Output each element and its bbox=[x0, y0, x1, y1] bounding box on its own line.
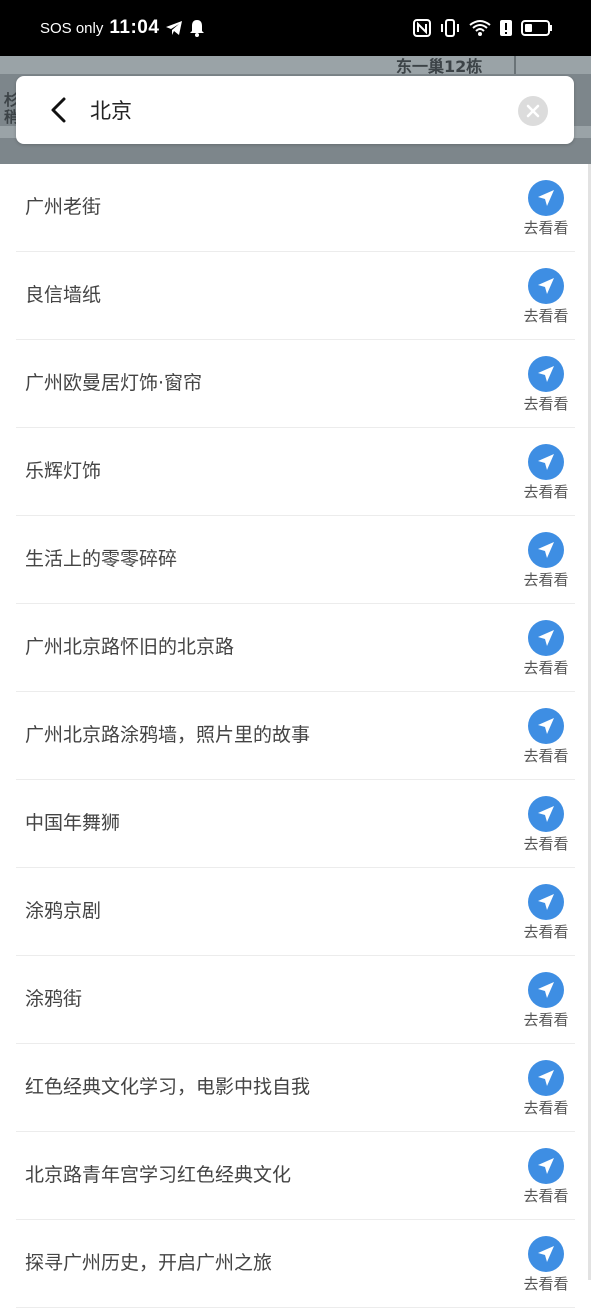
status-bar: SOS only 11:04 bbox=[0, 0, 591, 56]
navigation-arrow-icon bbox=[528, 180, 564, 216]
map-label-top: 东一巢12栋 bbox=[396, 57, 483, 76]
navigation-arrow-icon bbox=[528, 356, 564, 392]
list-item[interactable]: 广州北京路涂鸦墙，照片里的故事去看看 bbox=[16, 692, 575, 780]
list-item-title: 良信墙纸 bbox=[25, 284, 102, 306]
go-see-label: 去看看 bbox=[523, 747, 569, 765]
list-item[interactable]: 广州北京路怀旧的北京路去看看 bbox=[16, 604, 575, 692]
go-see-label: 去看看 bbox=[523, 1275, 569, 1293]
list-item-title: 中国年舞狮 bbox=[25, 812, 121, 834]
list-item-title: 北京路青年宫学习红色经典文化 bbox=[25, 1164, 292, 1186]
navigation-arrow-icon bbox=[528, 268, 564, 304]
list-item[interactable]: 广州欧曼居灯饰·窗帘去看看 bbox=[16, 340, 575, 428]
go-see-button[interactable]: 去看看 bbox=[517, 356, 575, 416]
list-item[interactable]: 探寻广州历史，开启广州之旅去看看 bbox=[16, 1220, 575, 1308]
notification-bell-icon bbox=[189, 19, 205, 37]
clock: 11:04 bbox=[109, 17, 160, 38]
navigation-arrow-icon bbox=[528, 444, 564, 480]
go-see-label: 去看看 bbox=[523, 219, 569, 237]
list-item[interactable]: 北京路青年宫学习红色经典文化去看看 bbox=[16, 1132, 575, 1220]
alert-icon bbox=[499, 19, 513, 37]
go-see-label: 去看看 bbox=[523, 307, 569, 325]
nfc-icon bbox=[413, 19, 431, 37]
go-see-label: 去看看 bbox=[523, 923, 569, 941]
go-see-button[interactable]: 去看看 bbox=[517, 708, 575, 768]
list-item-title: 涂鸦京剧 bbox=[25, 900, 102, 922]
close-icon bbox=[526, 104, 540, 118]
go-see-label: 去看看 bbox=[523, 1011, 569, 1029]
list-item-title: 涂鸦街 bbox=[25, 988, 83, 1010]
list-item[interactable]: 良信墙纸去看看 bbox=[16, 252, 575, 340]
search-input[interactable] bbox=[90, 90, 510, 130]
navigation-arrow-icon bbox=[528, 884, 564, 920]
go-see-button[interactable]: 去看看 bbox=[517, 1060, 575, 1120]
list-item-title: 红色经典文化学习，电影中找自我 bbox=[25, 1076, 311, 1098]
navigation-arrow-icon bbox=[528, 620, 564, 656]
go-see-button[interactable]: 去看看 bbox=[517, 532, 575, 592]
navigation-arrow-icon bbox=[528, 1236, 564, 1272]
go-see-label: 去看看 bbox=[523, 1099, 569, 1117]
go-see-button[interactable]: 去看看 bbox=[517, 1236, 575, 1296]
vibrate-icon bbox=[439, 19, 461, 37]
list-item[interactable]: 乐辉灯饰去看看 bbox=[16, 428, 575, 516]
go-see-button[interactable]: 去看看 bbox=[517, 972, 575, 1032]
list-item-title: 广州老街 bbox=[25, 196, 102, 218]
list-item-title: 生活上的零零碎碎 bbox=[25, 548, 178, 570]
navigation-arrow-icon bbox=[528, 1060, 564, 1096]
list-item[interactable]: 涂鸦街去看看 bbox=[16, 956, 575, 1044]
results-list: 广州老街 去看看 良信墙纸 去看看 广州欧曼居灯饰·窗帘 去看看 乐辉灯饰 去看看 生活上的零零… bbox=[0, 164, 591, 1308]
search-bar bbox=[16, 76, 574, 144]
go-see-button[interactable]: 去看看 bbox=[517, 1148, 575, 1208]
go-see-label: 去看看 bbox=[523, 571, 569, 589]
telegram-icon bbox=[165, 20, 183, 36]
navigation-arrow-icon bbox=[528, 1148, 564, 1184]
go-see-label: 去看看 bbox=[523, 483, 569, 501]
back-button[interactable] bbox=[42, 93, 76, 127]
go-see-button[interactable]: 去看看 bbox=[517, 796, 575, 856]
list-item-title: 乐辉灯饰 bbox=[25, 460, 102, 482]
list-item-title: 探寻广州历史，开启广州之旅 bbox=[25, 1252, 273, 1274]
list-item-title: 广州欧曼居灯饰·窗帘 bbox=[25, 372, 203, 394]
navigation-arrow-icon bbox=[528, 796, 564, 832]
battery-icon bbox=[521, 19, 553, 37]
go-see-label: 去看看 bbox=[523, 395, 569, 413]
list-item[interactable]: 涂鸦京剧去看看 bbox=[16, 868, 575, 956]
list-item[interactable]: 中国年舞狮去看看 bbox=[16, 780, 575, 868]
chevron-left-icon bbox=[51, 97, 66, 123]
navigation-arrow-icon bbox=[528, 532, 564, 568]
list-item[interactable]: 红色经典文化学习，电影中找自我去看看 bbox=[16, 1044, 575, 1132]
list-item[interactable]: 广州老街去看看 bbox=[16, 164, 575, 252]
carrier-label: SOS only bbox=[40, 19, 104, 37]
go-see-label: 去看看 bbox=[523, 659, 569, 677]
list-item-title: 广州北京路涂鸦墙，照片里的故事 bbox=[25, 724, 311, 746]
list-item[interactable]: 生活上的零零碎碎去看看 bbox=[16, 516, 575, 604]
clear-search-button[interactable] bbox=[518, 96, 548, 126]
go-see-button[interactable]: 去看看 bbox=[517, 268, 575, 328]
go-see-label: 去看看 bbox=[523, 1187, 569, 1205]
navigation-arrow-icon bbox=[528, 972, 564, 1008]
go-see-button[interactable]: 去看看 bbox=[517, 444, 575, 504]
go-see-button[interactable]: 去看看 bbox=[517, 884, 575, 944]
go-see-button[interactable]: 去看看 bbox=[517, 620, 575, 680]
go-see-button[interactable]: 去看看 bbox=[517, 180, 575, 240]
list-item-title: 广州北京路怀旧的北京路 bbox=[25, 636, 235, 658]
go-see-label: 去看看 bbox=[523, 835, 569, 853]
navigation-arrow-icon bbox=[528, 708, 564, 744]
wifi-icon bbox=[469, 19, 491, 37]
